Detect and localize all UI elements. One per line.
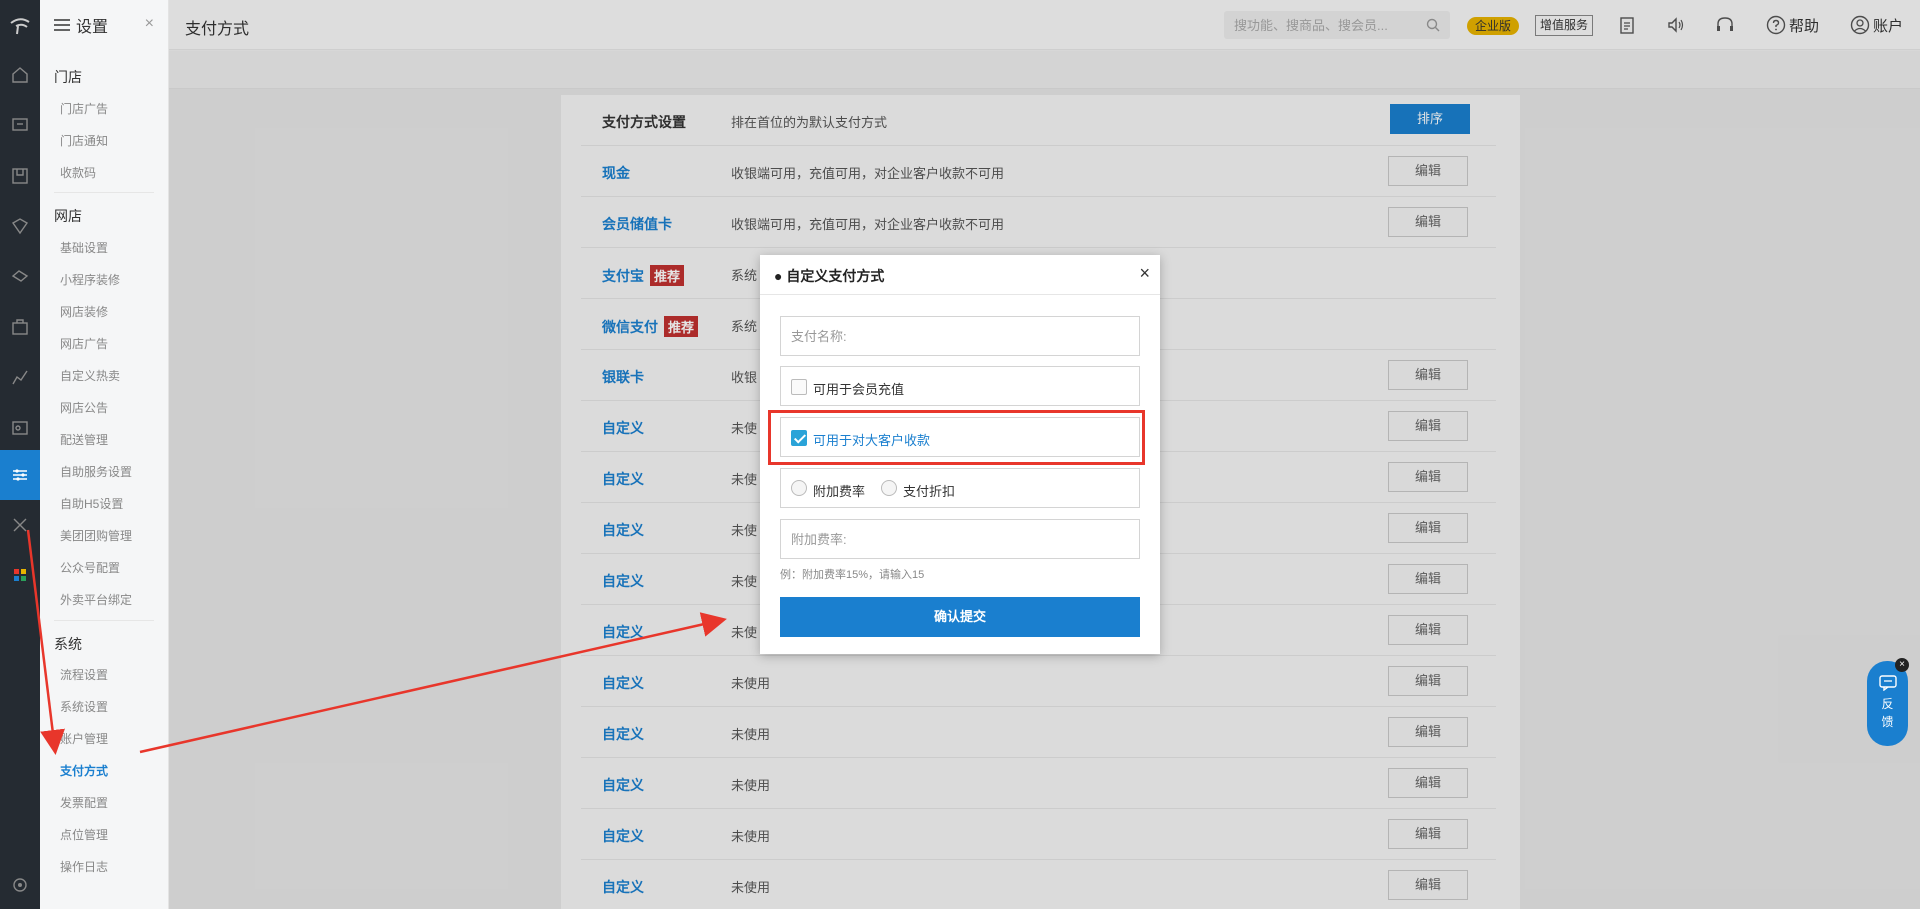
sidebar-item-payment-methods[interactable]: 支付方式: [60, 762, 108, 779]
member-recharge-option[interactable]: 可用于会员充值: [780, 366, 1140, 406]
staff-icon[interactable]: [10, 418, 30, 438]
menu-icon: [54, 19, 70, 31]
group-system: 系统: [54, 636, 82, 652]
feedback-icon: [1878, 675, 1897, 692]
sidebar-item-shop-ads[interactable]: 网店广告: [60, 335, 108, 352]
fee-rate-radio[interactable]: [791, 480, 807, 496]
sidebar-item-payment-code[interactable]: 收款码: [60, 164, 96, 181]
discount-label[interactable]: 支付折扣: [903, 481, 955, 500]
sidebar-item-flow[interactable]: 流程设置: [60, 666, 108, 683]
sidebar-item-store-notice[interactable]: 门店通知: [60, 132, 108, 149]
sidebar-item-hot-sale[interactable]: 自定义热卖: [60, 367, 120, 384]
sidebar-title: 设置: [76, 19, 109, 36]
goods-icon[interactable]: [10, 166, 30, 186]
sidebar-close-icon[interactable]: ×: [145, 15, 154, 33]
marketing-icon[interactable]: [10, 266, 30, 286]
modal-close-icon[interactable]: ×: [1139, 263, 1150, 284]
sidebar-item-takeaway[interactable]: 外卖平台绑定: [60, 591, 132, 608]
feedback-label-2: 馈: [1881, 715, 1894, 729]
submit-button[interactable]: 确认提交: [780, 597, 1140, 637]
sidebar-header: 设置 ×: [40, 0, 168, 50]
sidebar-item-h5[interactable]: 自助H5设置: [60, 495, 123, 512]
sidebar-item-points[interactable]: 点位管理: [60, 826, 108, 843]
feedback-label-1: 反: [1881, 697, 1894, 711]
sidebar-item-wechat-official[interactable]: 公众号配置: [60, 559, 120, 576]
payment-name-field[interactable]: [780, 316, 1140, 356]
settings-sidebar: 设置 × 门店 门店广告 门店通知 收款码 网店 基础设置 小程序装修 网店装修…: [40, 0, 169, 909]
settings-icon[interactable]: [0, 450, 40, 500]
app-logo-icon[interactable]: [8, 14, 32, 38]
member-recharge-label[interactable]: 可用于会员充值: [813, 379, 904, 398]
fee-rate-input[interactable]: [781, 520, 1139, 558]
fee-type-options: 附加费率 支付折扣: [780, 468, 1140, 508]
sidebar-item-meituan[interactable]: 美团团购管理: [60, 527, 132, 544]
sidebar-item-miniapp[interactable]: 小程序装修: [60, 271, 120, 288]
system-gear-icon[interactable]: [10, 875, 30, 895]
sidebar-item-self-service[interactable]: 自助服务设置: [60, 463, 132, 480]
fee-hint: 例：附加费率15%，请输入15: [780, 569, 925, 581]
modal-title: ● 自定义支付方式: [774, 268, 885, 284]
divider: [54, 192, 154, 193]
report-icon[interactable]: [10, 367, 30, 387]
sidebar-item-operation-log[interactable]: 操作日志: [60, 858, 108, 875]
group-online: 网店: [54, 208, 82, 224]
icon-rail: [0, 0, 40, 909]
apps-icon[interactable]: [10, 565, 30, 585]
sidebar-item-store-ads[interactable]: 门店广告: [60, 100, 108, 117]
fee-rate-field[interactable]: [780, 519, 1140, 559]
inventory-icon[interactable]: [10, 317, 30, 337]
sidebar-item-basic[interactable]: 基础设置: [60, 239, 108, 256]
payment-name-input[interactable]: [781, 317, 1139, 355]
fee-rate-label[interactable]: 附加费率: [813, 481, 865, 500]
member-recharge-checkbox[interactable]: [791, 379, 807, 395]
member-icon[interactable]: [10, 216, 30, 236]
sidebar-item-shop-notice[interactable]: 网店公告: [60, 399, 108, 416]
home-icon[interactable]: [10, 65, 30, 85]
sidebar-item-invoice[interactable]: 发票配置: [60, 794, 108, 811]
sidebar-item-system[interactable]: 系统设置: [60, 698, 108, 715]
feedback-button[interactable]: × 反 馈: [1867, 658, 1909, 746]
feedback-close-icon[interactable]: ×: [1895, 658, 1909, 672]
discount-radio[interactable]: [881, 480, 897, 496]
cashier-icon[interactable]: [10, 115, 30, 135]
divider: [54, 620, 154, 621]
sidebar-item-shop-decor[interactable]: 网店装修: [60, 303, 108, 320]
group-store: 门店: [54, 69, 82, 85]
highlight-box: [768, 410, 1145, 465]
sidebar-item-delivery[interactable]: 配送管理: [60, 431, 108, 448]
tools-icon[interactable]: [10, 515, 30, 535]
modal-header: ● 自定义支付方式 ×: [760, 255, 1160, 295]
sidebar-item-account-mgmt[interactable]: 账户管理: [60, 730, 108, 747]
